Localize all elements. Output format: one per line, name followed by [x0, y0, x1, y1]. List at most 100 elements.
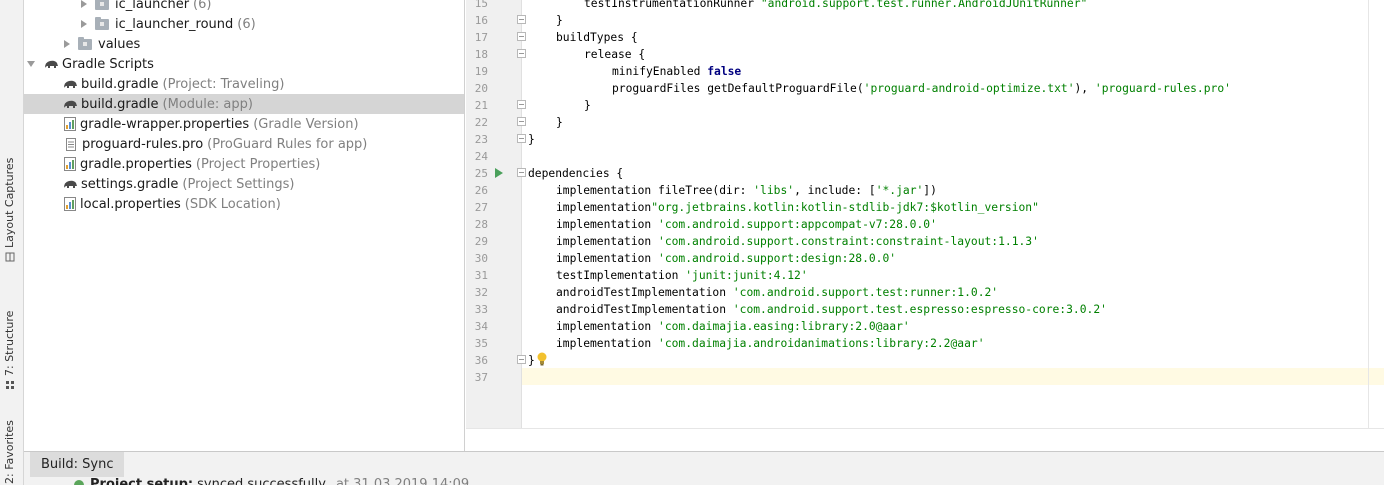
code-line-29: implementation 'com.android.support.cons…: [528, 233, 1039, 250]
properties-file-icon: [64, 197, 76, 211]
code-editor[interactable]: 15 16 17 18 19 20 21 22 23 24 25 26 27 2…: [466, 0, 1384, 451]
code-line-36: }: [528, 354, 535, 367]
tree-item-settings-gradle[interactable]: settings.gradle (Project Settings): [24, 174, 464, 194]
current-line-highlight: [522, 368, 1384, 385]
line-number: 28: [474, 218, 488, 231]
collapse-arrow-icon[interactable]: [27, 61, 35, 67]
code-line-30: implementation 'com.android.support:desi…: [528, 250, 896, 267]
fold-marker-icon[interactable]: [517, 32, 526, 41]
lightbulb-icon[interactable]: [536, 352, 548, 366]
tree-item-label: values: [98, 36, 141, 52]
code-line-25: dependencies {: [528, 167, 624, 180]
gradle-elephant-icon: [64, 180, 77, 188]
line-number: 31: [474, 269, 488, 282]
code-token: testImplementation: [556, 269, 686, 282]
build-sync-tab[interactable]: Build: Sync: [30, 452, 125, 477]
line-number: 15: [474, 0, 488, 10]
structure-tab[interactable]: 7: Structure: [3, 311, 16, 390]
tree-item-label: proguard-rules.pro: [82, 136, 204, 152]
run-gutter-icon[interactable]: [495, 168, 503, 178]
code-line-20: proguardFiles getDefaultProguardFile('pr…: [528, 80, 1231, 97]
expand-arrow-icon[interactable]: [81, 20, 87, 28]
tree-item-local-properties[interactable]: local.properties (SDK Location): [24, 194, 464, 214]
code-line-34: implementation 'com.daimajia.easing:libr…: [528, 318, 910, 335]
line-number: 36: [474, 354, 488, 367]
tree-item-ic-launcher-round[interactable]: ic_launcher_round (6): [24, 14, 464, 34]
fold-marker-icon[interactable]: [517, 15, 526, 24]
tree-item-hint: (Module: app): [162, 96, 253, 112]
fold-marker-icon[interactable]: [517, 100, 526, 109]
code-line-33: androidTestImplementation 'com.android.s…: [528, 301, 1107, 318]
line-number: 32: [474, 286, 488, 299]
fold-marker-icon[interactable]: [517, 355, 526, 364]
sync-status-line[interactable]: Project setup: synced successfully at 31…: [74, 477, 469, 485]
code-string: 'proguard-rules.pro': [1094, 82, 1231, 95]
code-string: 'com.android.support.constraint:constrai…: [658, 235, 1039, 248]
fold-marker-icon[interactable]: [517, 117, 526, 126]
tree-item-label: ic_launcher_round: [115, 16, 234, 32]
code-keyword: false: [707, 65, 742, 78]
folder-icon: [78, 36, 92, 50]
layout-captures-label: Layout Captures: [3, 157, 16, 248]
code-token: implementation: [556, 337, 659, 350]
code-token: implementation: [556, 235, 659, 248]
expand-arrow-icon[interactable]: [81, 0, 87, 8]
line-number: 35: [474, 337, 488, 350]
code-token: implementation: [556, 252, 659, 265]
line-number: 19: [474, 65, 488, 78]
fold-marker-icon[interactable]: [517, 49, 526, 58]
line-number: 21: [474, 99, 488, 112]
line-number: 33: [474, 303, 488, 316]
tree-item-hint: (6): [237, 16, 256, 32]
tree-item-hint: (Project Settings): [182, 176, 295, 192]
editor-horizontal-scroll-area[interactable]: [466, 428, 1384, 451]
code-string: 'com.daimajia.easing:library:2.0@aar': [658, 320, 910, 333]
structure-icon: [5, 381, 14, 389]
code-token: ]): [923, 184, 937, 197]
expand-arrow-icon[interactable]: [64, 40, 70, 48]
folder-icon: [95, 0, 109, 10]
success-check-icon: [74, 480, 84, 485]
favorites-tab[interactable]: 2: Favorites: [3, 420, 16, 484]
tree-item-values[interactable]: values: [24, 34, 464, 54]
favorites-label: 2: Favorites: [3, 420, 16, 484]
line-number: 16: [474, 14, 488, 27]
left-tool-strip: Layout Captures 7: Structure 2: Favorite…: [0, 0, 24, 485]
code-line-27: implementation"org.jetbrains.kotlin:kotl…: [528, 199, 1039, 216]
sync-timestamp: at 31.03.2019 14:09: [335, 477, 470, 485]
fold-marker-icon[interactable]: [517, 134, 526, 143]
code-line-35: implementation 'com.daimajia.androidanim…: [528, 335, 985, 352]
line-number: 24: [474, 150, 488, 163]
code-string: '*.jar': [875, 184, 924, 197]
tree-item-ic-launcher[interactable]: ic_launcher (6): [24, 0, 464, 14]
project-tree: ic_launcher (6) ic_launcher_round (6) va…: [24, 0, 465, 451]
fold-marker-icon[interactable]: [517, 168, 526, 177]
layout-captures-tab[interactable]: Layout Captures: [3, 158, 16, 262]
code-string: 'proguard-android-optimize.txt': [863, 82, 1075, 95]
code-line-15: testInstrumentationRunner "android.suppo…: [528, 0, 1087, 12]
tree-item-label: local.properties: [80, 196, 181, 212]
tree-item-gradle-scripts[interactable]: Gradle Scripts: [24, 54, 464, 74]
tree-item-label: build.gradle: [81, 96, 159, 112]
line-number: 34: [474, 320, 488, 333]
tree-item-label: gradle-wrapper.properties: [80, 116, 250, 132]
tree-item-gradle-properties[interactable]: gradle.properties (Project Properties): [24, 154, 464, 174]
build-panel: Build: Sync Project setup: synced succes…: [24, 451, 1384, 485]
structure-label: 7: Structure: [3, 310, 16, 376]
tree-item-gradle-wrapper-properties[interactable]: gradle-wrapper.properties (Gradle Versio…: [24, 114, 464, 134]
code-token: implementation: [556, 218, 659, 231]
tree-item-proguard-rules[interactable]: proguard-rules.pro (ProGuard Rules for a…: [24, 134, 464, 154]
code-token: implementation: [556, 320, 659, 333]
code-token: testInstrumentationRunner: [584, 0, 761, 10]
code-line-17: buildTypes {: [556, 31, 638, 44]
tree-item-label: settings.gradle: [81, 176, 179, 192]
tree-item-hint: (Project Properties): [195, 156, 321, 172]
properties-file-icon: [64, 117, 76, 131]
tree-item-build-gradle-project[interactable]: build.gradle (Project: Traveling): [24, 74, 464, 94]
tree-item-label: ic_launcher: [115, 0, 190, 12]
line-number: 23: [474, 133, 488, 146]
code-line-19: minifyEnabled false: [528, 63, 741, 80]
code-string: 'com.android.support.test:runner:1.0.2': [732, 286, 999, 299]
tree-item-build-gradle-app[interactable]: build.gradle (Module: app): [24, 94, 464, 114]
code-line-32: androidTestImplementation 'com.android.s…: [528, 284, 998, 301]
